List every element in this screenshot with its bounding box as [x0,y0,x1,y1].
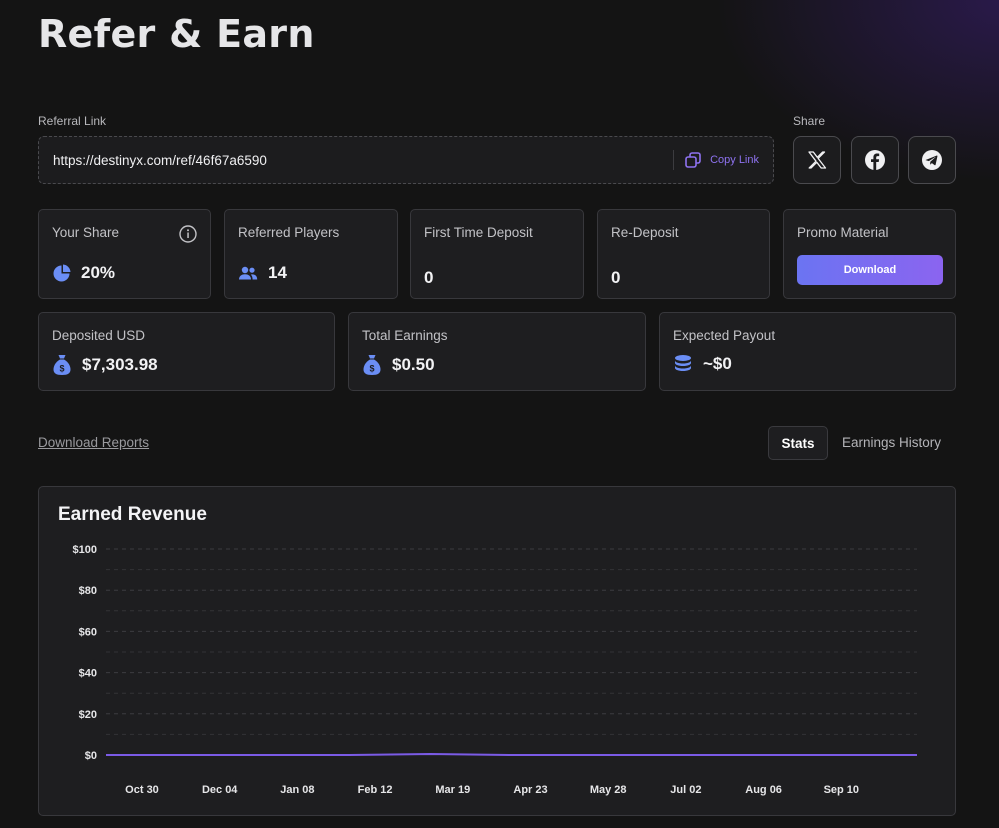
earned-revenue-chart: $0 $20 $40 $60 $80 $100 Oct 30 Dec 04 Jan 08 Feb … [73,544,917,796]
your-share-value: 20% [81,263,116,282]
re-deposit-value: 0 [611,268,621,287]
total-earnings-value: $0.50 [392,355,435,374]
first-time-deposit-card: First Time Deposit 0 [410,209,584,299]
your-share-label: Your Share [52,225,120,240]
x-tick-label: Apr 23 [513,784,547,796]
y-tick-label: $40 [79,668,97,680]
copy-link-button[interactable]: Copy Link [684,151,759,169]
expected-payout-label: Expected Payout [673,328,776,343]
money-bag-icon: $ [363,355,381,375]
x-tick-label: Oct 30 [125,784,159,796]
tab-stats[interactable]: Stats [768,426,828,460]
users-icon [239,266,258,280]
expected-payout-card: Expected Payout ~$0 [659,312,956,391]
first-time-deposit-value-row: 0 [424,268,433,288]
your-share-card: Your Share 20% [38,209,211,299]
series-line [106,752,917,756]
share-x-button[interactable] [793,136,841,184]
referral-link-field[interactable]: https://destinyx.com/ref/46f67a6590 Copy… [38,136,774,184]
y-tick-label: $60 [79,626,97,638]
x-twitter-icon [808,151,827,169]
money-bag-icon: $ [53,355,71,375]
telegram-icon [922,150,942,170]
coins-icon [675,355,691,371]
copy-icon [685,152,701,168]
promo-material-card: Promo Material Download [783,209,956,299]
x-tick-label: Mar 19 [435,784,470,796]
share-facebook-button[interactable] [851,136,899,184]
deposited-usd-value: $7,303.98 [82,355,158,374]
referral-url[interactable]: https://destinyx.com/ref/46f67a6590 [53,153,673,168]
info-icon[interactable] [179,225,197,243]
promo-material-label: Promo Material [797,225,889,240]
re-deposit-card: Re-Deposit 0 [597,209,770,299]
share-label: Share [793,114,826,128]
total-earnings-value-row: $ $0.50 [362,354,435,376]
deposited-usd-value-row: $ $7,303.98 [52,354,158,376]
y-tick-label: $20 [79,709,97,721]
x-tick-label: Jul 02 [670,784,701,796]
x-tick-label: May 28 [590,784,627,796]
expected-payout-value-row: ~$0 [673,354,732,374]
page-title: Refer & Earn [38,12,315,56]
total-earnings-label: Total Earnings [362,328,448,343]
tab-earnings-history[interactable]: Earnings History [842,435,941,450]
y-tick-label: $80 [79,585,97,597]
re-deposit-label: Re-Deposit [611,225,679,240]
first-time-deposit-value: 0 [424,268,434,287]
x-tick-label: Aug 06 [745,784,782,796]
share-telegram-button[interactable] [908,136,956,184]
total-earnings-card: Total Earnings $ $0.50 [348,312,646,391]
copy-link-label[interactable]: Copy Link [710,154,759,166]
earned-revenue-chart-card: Earned Revenue $0 $20 $40 $60 $80 $100 Oct 30 D… [38,486,956,816]
deposited-usd-label: Deposited USD [52,328,146,343]
divider [673,150,675,170]
y-tick-label: $100 [73,544,97,556]
y-tick-label: $0 [85,750,97,762]
deposited-usd-card: Deposited USD $ $7,303.98 [38,312,335,391]
download-reports-link[interactable]: Download Reports [38,435,149,450]
re-deposit-value-row: 0 [611,268,620,288]
your-share-value-row: 20% [52,263,115,283]
referred-players-card: Referred Players 14 [224,209,398,299]
referred-players-label: Referred Players [238,225,340,240]
facebook-icon [865,150,885,170]
x-tick-label: Sep 10 [824,784,859,796]
svg-text:$: $ [59,364,64,374]
expected-payout-value: ~$0 [703,354,732,373]
svg-text:$: $ [369,364,374,374]
pie-chart-icon [53,264,71,281]
x-tick-label: Jan 08 [280,784,314,796]
referred-players-value: 14 [268,263,287,282]
first-time-deposit-label: First Time Deposit [424,225,533,240]
referral-link-label: Referral Link [38,114,107,128]
promo-download-button[interactable]: Download [797,255,943,285]
referred-players-value-row: 14 [238,263,287,283]
x-tick-label: Feb 12 [358,784,393,796]
x-tick-label: Dec 04 [202,784,238,796]
